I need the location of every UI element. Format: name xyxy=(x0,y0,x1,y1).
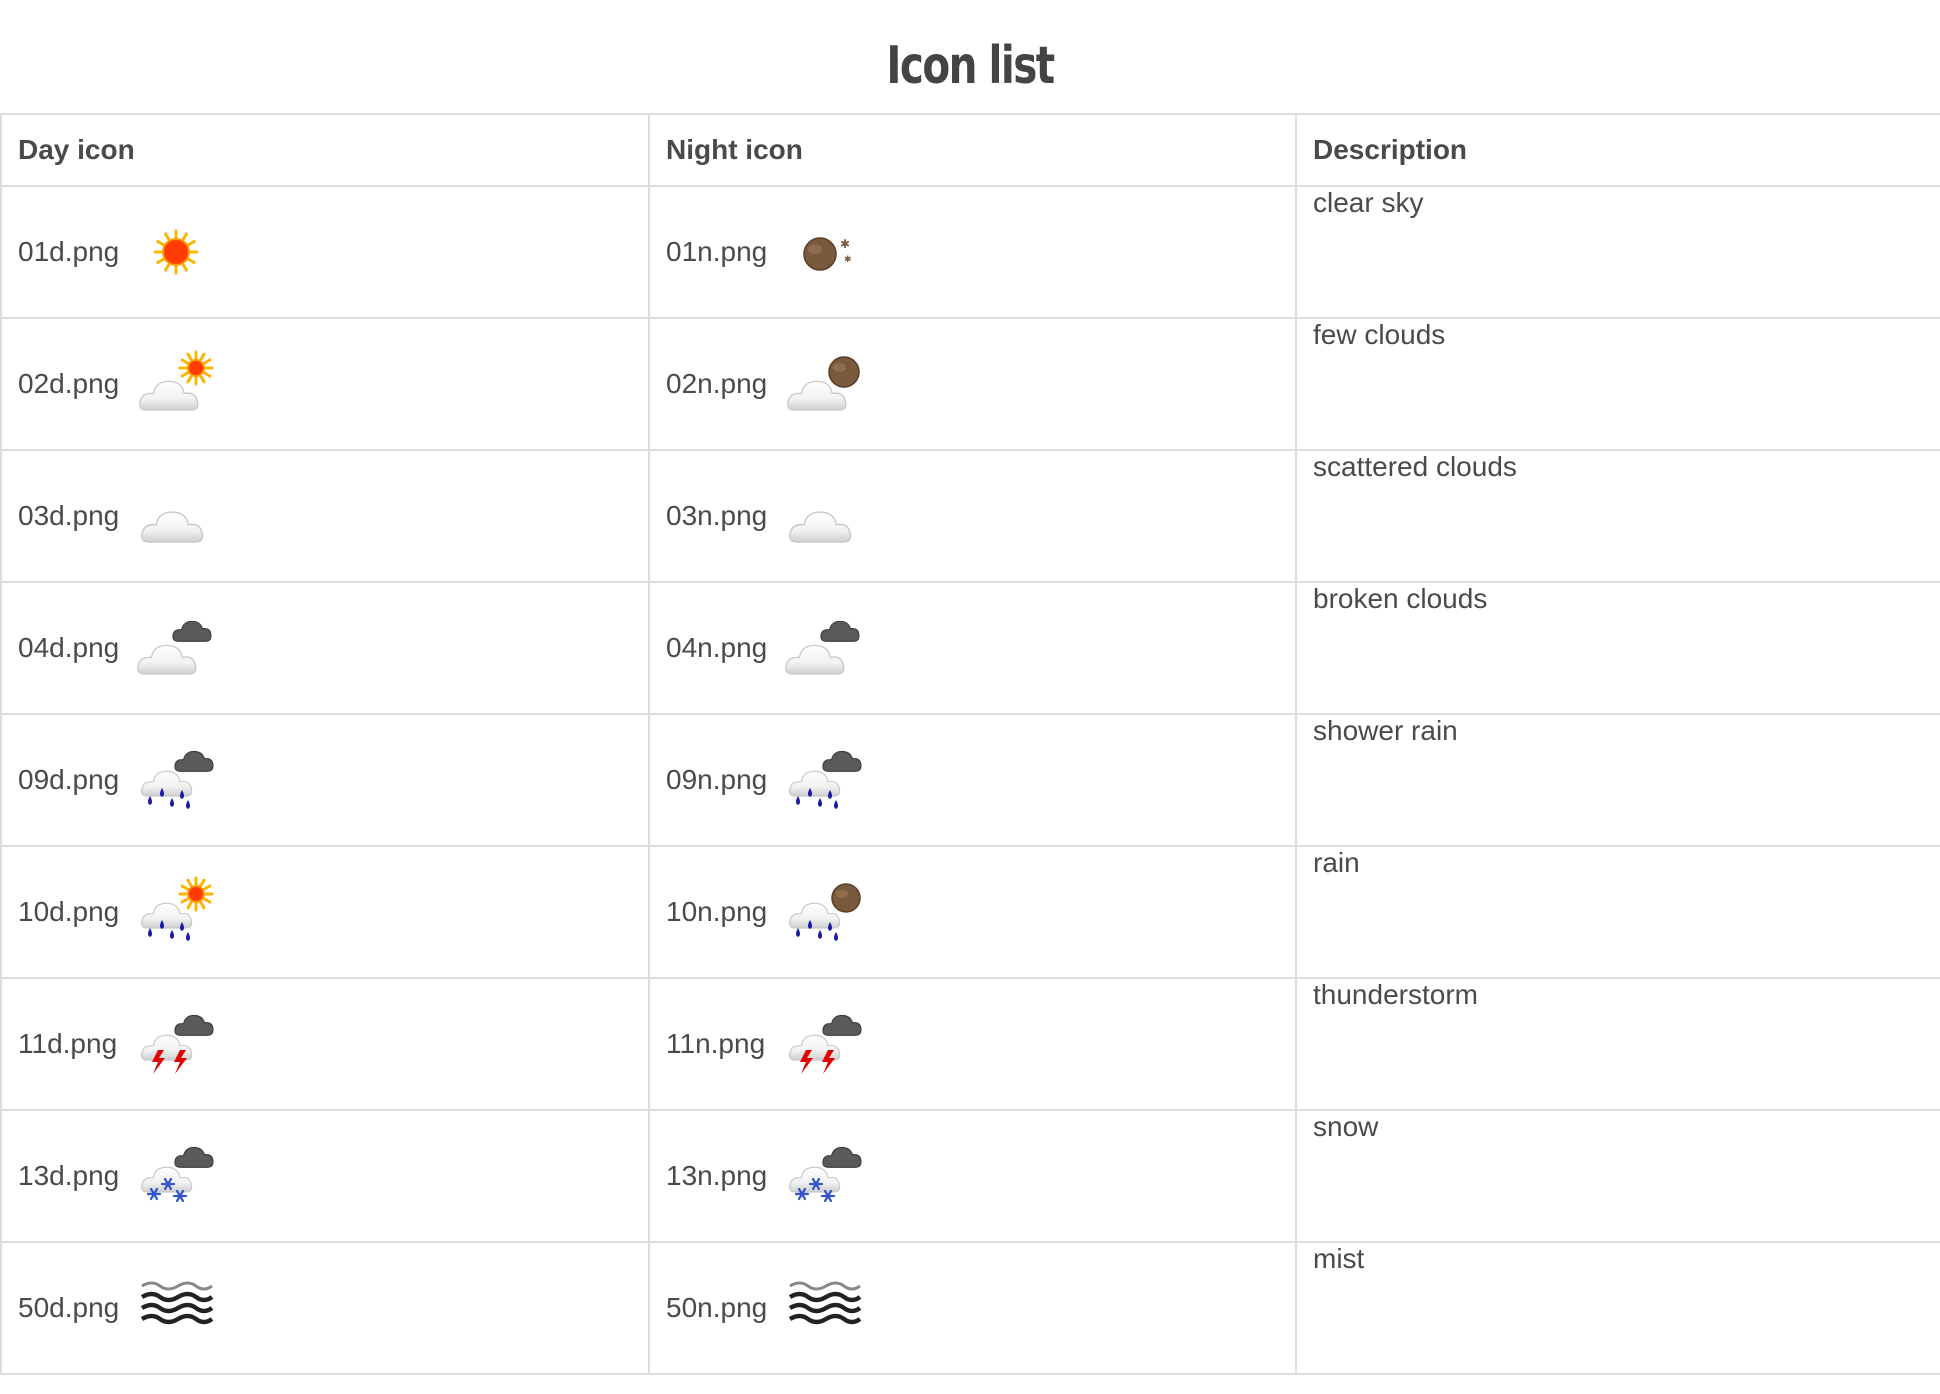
description-cell: broken clouds xyxy=(1295,581,1940,715)
broken-clouds-icon xyxy=(782,608,872,688)
table-row: 50d.png 50n.png mist xyxy=(0,1241,1940,1375)
day-icon-filename: 50d.png xyxy=(18,1292,120,1323)
night-icon-filename: 11n.png xyxy=(666,1028,766,1059)
table-row: 03d.png 03n.png scattered clouds xyxy=(0,449,1940,583)
thunderstorm-icon xyxy=(782,1004,872,1084)
table-header-row: Day icon Night icon Description xyxy=(0,113,1940,187)
day-icon-cell: 03d.png xyxy=(0,449,650,583)
mist-icon xyxy=(782,1268,872,1348)
day-icon-cell: 11d.png xyxy=(0,977,650,1111)
page-title: Icon list xyxy=(886,36,1055,96)
day-icon-filename: 01d.png xyxy=(18,236,120,267)
column-header-description: Description xyxy=(1295,113,1940,187)
clear-sky-day-icon xyxy=(134,212,224,292)
description-cell: shower rain xyxy=(1295,713,1940,847)
day-icon-cell: 02d.png xyxy=(0,317,650,451)
mist-icon xyxy=(134,1268,224,1348)
day-icon-filename: 03d.png xyxy=(18,500,120,531)
description-cell: thunderstorm xyxy=(1295,977,1940,1111)
night-icon-cell: 09n.png xyxy=(648,713,1297,847)
rain-night-icon xyxy=(782,872,872,952)
svg-text:✱: ✱ xyxy=(840,237,850,251)
day-icon-cell: 13d.png xyxy=(0,1109,650,1243)
day-icon-cell: 04d.png xyxy=(0,581,650,715)
night-icon-filename: 10n.png xyxy=(666,896,768,927)
table-row: 09d.png 09n.png shower rain xyxy=(0,713,1940,847)
night-icon-filename: 13n.png xyxy=(666,1160,768,1191)
snow-icon xyxy=(134,1136,224,1216)
broken-clouds-icon xyxy=(134,608,224,688)
day-icon-cell: 09d.png xyxy=(0,713,650,847)
night-icon-cell: 11n.png xyxy=(648,977,1297,1111)
night-icon-filename: 03n.png xyxy=(666,500,768,531)
day-icon-filename: 09d.png xyxy=(18,764,120,795)
table-row: 10d.png 10n.png rain xyxy=(0,845,1940,979)
day-icon-filename: 02d.png xyxy=(18,368,120,399)
night-icon-filename: 09n.png xyxy=(666,764,768,795)
day-icon-cell: 50d.png xyxy=(0,1241,650,1375)
day-icon-filename: 13d.png xyxy=(18,1160,120,1191)
night-icon-filename: 02n.png xyxy=(666,368,768,399)
scattered-clouds-icon xyxy=(134,476,224,556)
description-cell: clear sky xyxy=(1295,185,1940,319)
night-icon-cell: 50n.png xyxy=(648,1241,1297,1375)
clear-sky-night-icon: ✱ ✱ xyxy=(782,212,872,292)
night-icon-cell: 03n.png xyxy=(648,449,1297,583)
few-clouds-night-icon xyxy=(782,344,872,424)
icon-table: Day icon Night icon Description 01d.png … xyxy=(0,113,1940,1375)
snow-icon xyxy=(782,1136,872,1216)
rain-day-icon xyxy=(134,872,224,952)
few-clouds-day-icon xyxy=(134,344,224,424)
night-icon-cell: 01n.png ✱ ✱ xyxy=(648,185,1297,319)
shower-rain-icon xyxy=(782,740,872,820)
table-body: 01d.png 01n.png ✱ ✱ clear sky 02d.png 02n… xyxy=(0,185,1940,1375)
night-icon-cell: 02n.png xyxy=(648,317,1297,451)
day-icon-filename: 04d.png xyxy=(18,632,120,663)
shower-rain-icon xyxy=(134,740,224,820)
description-cell: scattered clouds xyxy=(1295,449,1940,583)
table-row: 11d.png 11n.png thunderstorm xyxy=(0,977,1940,1111)
night-icon-cell: 10n.png xyxy=(648,845,1297,979)
day-icon-filename: 11d.png xyxy=(18,1028,118,1059)
night-icon-cell: 04n.png xyxy=(648,581,1297,715)
description-cell: few clouds xyxy=(1295,317,1940,451)
day-icon-cell: 10d.png xyxy=(0,845,650,979)
night-icon-cell: 13n.png xyxy=(648,1109,1297,1243)
table-row: 13d.png 13n.png snow xyxy=(0,1109,1940,1243)
thunderstorm-icon xyxy=(134,1004,224,1084)
description-cell: mist xyxy=(1295,1241,1940,1375)
svg-text:✱: ✱ xyxy=(844,255,852,265)
night-icon-filename: 01n.png xyxy=(666,236,768,267)
description-cell: rain xyxy=(1295,845,1940,979)
table-row: 04d.png 04n.png broken clouds xyxy=(0,581,1940,715)
day-icon-cell: 01d.png xyxy=(0,185,650,319)
night-icon-filename: 50n.png xyxy=(666,1292,768,1323)
table-row: 02d.png 02n.png few clouds xyxy=(0,317,1940,451)
day-icon-filename: 10d.png xyxy=(18,896,120,927)
column-header-day: Day icon xyxy=(0,113,650,187)
column-header-night: Night icon xyxy=(648,113,1297,187)
scattered-clouds-icon xyxy=(782,476,872,556)
description-cell: snow xyxy=(1295,1109,1940,1243)
table-row: 01d.png 01n.png ✱ ✱ clear sky xyxy=(0,185,1940,319)
night-icon-filename: 04n.png xyxy=(666,632,768,663)
